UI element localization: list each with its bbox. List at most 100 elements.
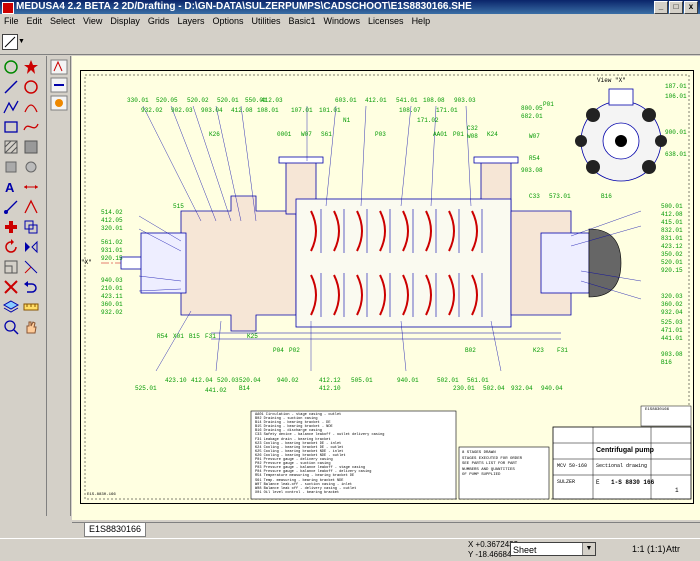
layer-icon [2,300,20,313]
label-320-03: 320.03 [661,293,683,300]
sheet-select-value: Sheet [513,545,537,555]
chevron-down-icon[interactable]: ▼ [582,543,595,555]
spline-icon [23,123,39,131]
zoom-level[interactable]: 1:1 (1:1) [632,544,666,554]
delete-icon [4,280,18,294]
leader-tool[interactable] [2,198,20,216]
rotate-tool[interactable] [2,238,20,256]
undo-tool[interactable] [22,278,40,296]
arc-tool[interactable] [22,98,40,116]
label-320-01: 320.01 [101,225,123,232]
select-tool[interactable] [2,58,20,76]
menu-licenses[interactable]: Licenses [364,14,408,28]
menu-options[interactable]: Options [208,14,247,28]
label-c33: C33 [529,193,540,200]
move-tool[interactable] [2,218,20,236]
fill-tool[interactable] [22,138,40,156]
label-603-01: 603.01 [335,97,357,104]
zoom-in-tool[interactable] [2,318,20,336]
label-0001: 0001 [277,131,292,138]
line-icon [4,80,18,94]
label-x01: X01 [173,333,184,340]
attribute-button[interactable]: Attr [666,544,680,554]
coordinate-y: Y -18.46684 [468,550,512,559]
menu-windows[interactable]: Windows [320,14,365,28]
menu-edit[interactable]: Edit [23,14,47,28]
connection-legend: AA01 Circulation - stage casing - outlet… [255,413,455,495]
pan-tool[interactable] [22,318,40,336]
hatch-tool[interactable] [2,138,20,156]
angle-tool[interactable] [22,198,40,216]
menu-display[interactable]: Display [106,14,144,28]
chevron-down-icon[interactable]: ▼ [18,38,25,45]
view-label-187-01: 187.01 [665,83,687,90]
angle-icon [24,199,38,214]
label-p02: P02 [289,347,300,354]
text-tool[interactable]: A [2,178,20,196]
label-500-01: 500.01 [661,203,683,210]
title-block-title: Centrifugal pump [596,447,654,454]
sheet-select[interactable]: Sheet ▼ [510,542,596,556]
line-style-button[interactable] [2,34,18,50]
hatch-icon [4,140,18,154]
close-button[interactable]: x [684,1,698,14]
label-520-03: 520.03 [217,377,239,384]
dimension-tool[interactable] [22,178,40,196]
drawing-sheet[interactable]: 330.01 520.05 520.02 520.01 550.01 412.0… [80,70,694,504]
menu-view[interactable]: View [79,14,106,28]
drawing-number-small: E1S-8830-166 [87,493,116,497]
line-tool[interactable] [2,78,20,96]
symbol-tool[interactable] [2,158,20,176]
tab-sheet[interactable]: E1S8830166 [84,523,147,537]
toolbar: ▼ [0,30,700,55]
copy-tool[interactable] [22,218,40,236]
trim-tool[interactable] [22,258,40,276]
menu-select[interactable]: Select [46,14,79,28]
group-tool[interactable] [22,158,40,176]
menu-layers[interactable]: Layers [173,14,208,28]
menu-help[interactable]: Help [408,14,435,28]
diagonal-line-icon [4,36,16,48]
label-520-01b: 520.01 [661,259,683,266]
label-w08: W08 [467,133,478,140]
maximize-button[interactable]: □ [669,1,683,14]
title-block-company: SULZER [557,479,576,485]
label-k23: K23 [533,347,544,354]
label-360-01: 360.01 [101,301,123,308]
label-415-01: 415.01 [661,219,683,226]
label-903-08: 903.08 [661,351,683,358]
layer-tool[interactable] [2,298,20,316]
circle-tool[interactable] [22,78,40,96]
label-aa01: AA01 [433,131,448,138]
label-831-01: 831.01 [661,235,683,242]
mirror-tool[interactable] [22,238,40,256]
select-icon [4,60,18,74]
label-832-01: 832.01 [661,227,683,234]
delete-tool[interactable] [2,278,20,296]
label-p04: P04 [273,347,284,354]
label-902-03: 902.03 [171,107,193,114]
menu-utilities[interactable]: Utilities [247,14,284,28]
label-r54: R54 [157,333,168,340]
label-471-01: 471.01 [661,327,683,334]
view-x-title: View "X" [597,77,626,84]
scale-tool[interactable] [2,258,20,276]
view-label-w07: W07 [529,133,540,140]
polyline-tool[interactable] [2,98,20,116]
label-108-01: 108.01 [257,107,279,114]
label-423-11: 423.11 [101,293,123,300]
minimize-button[interactable]: _ [654,1,668,14]
menu-file[interactable]: File [0,14,23,28]
svg-text:A: A [5,180,15,195]
menu-basic1[interactable]: Basic1 [285,14,320,28]
rectangle-tool[interactable] [2,118,20,136]
label-423-10: 423.10 [165,377,187,384]
spline-tool[interactable] [22,118,40,136]
measure-tool[interactable] [22,298,40,316]
move-icon [5,221,17,233]
pick-tool[interactable] [22,58,40,76]
label-525-03: 525.03 [661,319,683,326]
symbol-icon [5,161,17,173]
view-label-638-01: 638.01 [665,151,687,158]
menu-grids[interactable]: Grids [144,14,174,28]
